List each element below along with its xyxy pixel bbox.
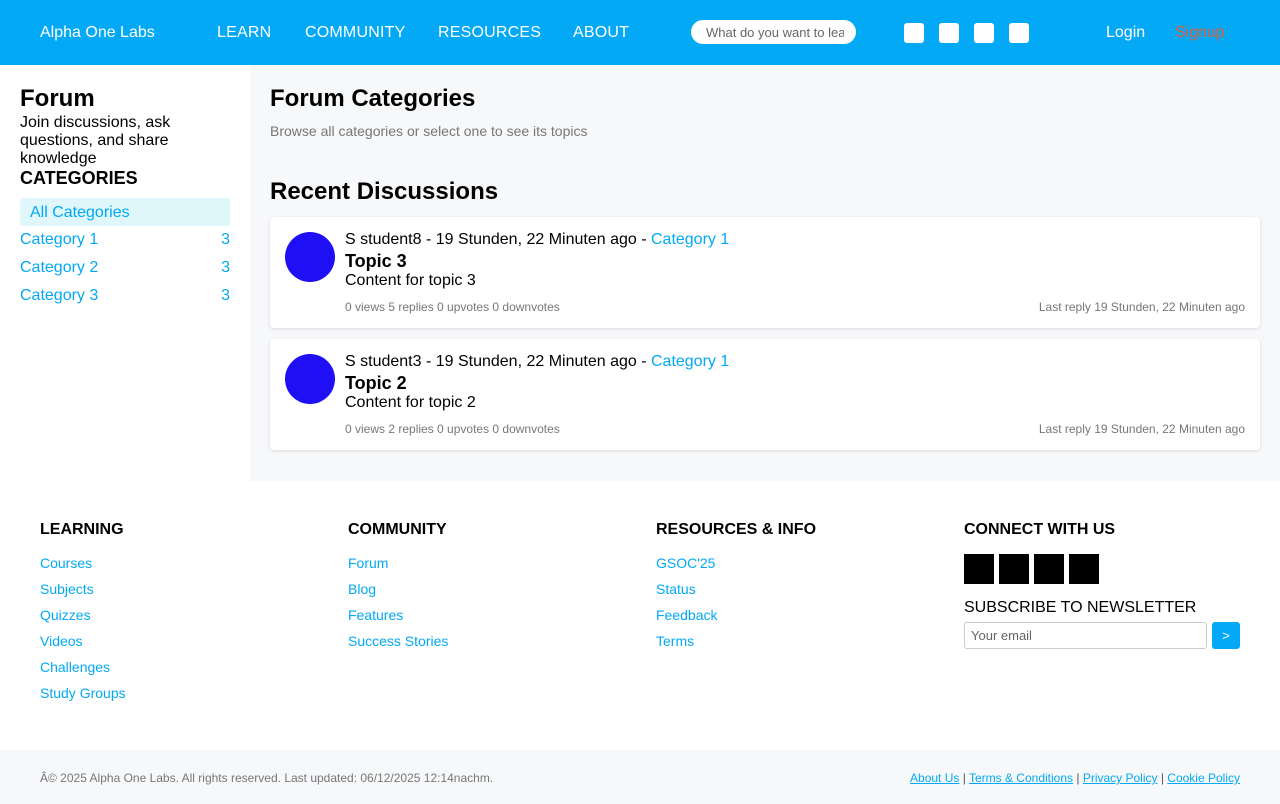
topic-stats: 0 views 5 replies 0 upvotes 0 downvotes xyxy=(345,300,560,314)
footer-link-blog[interactable]: Blog xyxy=(348,581,448,607)
footer-link-videos[interactable]: Videos xyxy=(40,633,126,659)
category-count: 3 xyxy=(221,231,230,248)
categories-heading: CATEGORIES xyxy=(20,168,138,188)
footer-community: COMMUNITY Forum Blog Features Success St… xyxy=(348,521,448,659)
newsletter-email-input[interactable] xyxy=(964,622,1207,649)
category-count: 3 xyxy=(221,287,230,304)
footer-learning: LEARNING Courses Subjects Quizzes Videos… xyxy=(40,521,126,711)
legal-link-terms[interactable]: Terms & Conditions xyxy=(969,771,1073,785)
copyright-text: Â© 2025 Alpha One Labs. All rights reser… xyxy=(40,771,494,785)
newsletter-title: SUBSCRIBE TO NEWSLETTER xyxy=(964,599,1197,616)
topic-content: Content for topic 2 xyxy=(345,394,476,411)
topic-title[interactable]: Topic 3 xyxy=(345,251,407,272)
author-info: S student3 - 19 Stunden, 22 Minuten ago … xyxy=(345,353,651,370)
footer-heading: LEARNING xyxy=(40,521,124,538)
nav-about[interactable]: ABOUT xyxy=(573,24,629,42)
author-info: S student8 - 19 Stunden, 22 Minuten ago … xyxy=(345,231,651,248)
social-icon-1[interactable] xyxy=(964,554,994,584)
sidebar-title: Forum xyxy=(20,85,95,112)
footer-link-gsoc[interactable]: GSOC'25 xyxy=(656,555,816,581)
nav-learn[interactable]: LEARN xyxy=(217,24,271,42)
forum-sidebar: Forum Join discussions, ask questions, a… xyxy=(0,65,250,481)
page-title: Forum Categories xyxy=(270,85,476,112)
footer-link-subjects[interactable]: Subjects xyxy=(40,581,126,607)
discussion-card[interactable]: S student3 - 19 Stunden, 22 Minuten ago … xyxy=(270,339,1260,450)
nav-icon-2[interactable] xyxy=(939,23,959,43)
search-input[interactable] xyxy=(691,20,856,44)
discussion-meta: S student8 - 19 Stunden, 22 Minuten ago … xyxy=(345,231,729,249)
footer-link-feedback[interactable]: Feedback xyxy=(656,607,816,633)
last-reply: Last reply 19 Stunden, 22 Minuten ago xyxy=(1038,300,1245,314)
last-reply: Last reply 19 Stunden, 22 Minuten ago xyxy=(1038,422,1245,436)
avatar xyxy=(285,354,335,404)
category-item[interactable]: Category 2 3 xyxy=(20,259,230,281)
footer-heading: RESOURCES & INFO xyxy=(656,521,817,538)
footer-heading: CONNECT WITH US xyxy=(964,521,1116,538)
nav-icon-3[interactable] xyxy=(974,23,994,43)
topic-stats: 0 views 2 replies 0 upvotes 0 downvotes xyxy=(345,422,560,436)
social-icon-2[interactable] xyxy=(999,554,1029,584)
category-name: Category 1 xyxy=(20,231,99,248)
newsletter-submit-button[interactable]: > xyxy=(1212,622,1240,649)
legal-link-about[interactable]: About Us xyxy=(910,771,959,785)
discussion-meta: S student3 - 19 Stunden, 22 Minuten ago … xyxy=(345,353,729,371)
legal-separator: | xyxy=(959,771,969,785)
sidebar-description: Join discussions, ask questions, and sha… xyxy=(20,114,171,167)
legal-link-privacy[interactable]: Privacy Policy xyxy=(1083,771,1158,785)
topic-content: Content for topic 3 xyxy=(345,272,476,289)
footer-link-status[interactable]: Status xyxy=(656,581,816,607)
nav-community[interactable]: COMMUNITY xyxy=(305,24,405,42)
footer-link-challenges[interactable]: Challenges xyxy=(40,659,126,685)
footer-link-study-groups[interactable]: Study Groups xyxy=(40,685,126,711)
avatar xyxy=(285,232,335,282)
legal-link-cookie[interactable]: Cookie Policy xyxy=(1167,771,1240,785)
footer-link-terms[interactable]: Terms xyxy=(656,633,816,659)
footer-link-forum[interactable]: Forum xyxy=(348,555,448,581)
nav-icon-1[interactable] xyxy=(904,23,924,43)
footer-connect: CONNECT WITH US xyxy=(964,521,1115,555)
footer-resources: RESOURCES & INFO GSOC'25 Status Feedback… xyxy=(656,521,816,659)
social-icon-4[interactable] xyxy=(1069,554,1099,584)
category-link[interactable]: Category 1 xyxy=(651,231,729,248)
social-icon-3[interactable] xyxy=(1034,554,1064,584)
footer-heading: COMMUNITY xyxy=(348,521,447,538)
category-item[interactable]: Category 1 3 xyxy=(20,231,230,253)
footer-link-quizzes[interactable]: Quizzes xyxy=(40,607,126,633)
legal-separator: | xyxy=(1073,771,1083,785)
footer-link-courses[interactable]: Courses xyxy=(40,555,126,581)
page-subtitle: Browse all categories or select one to s… xyxy=(270,123,588,139)
signup-link[interactable]: Signup xyxy=(1175,24,1225,42)
footer-bottom-bar: Â© 2025 Alpha One Labs. All rights reser… xyxy=(0,750,1280,804)
topic-title[interactable]: Topic 2 xyxy=(345,373,407,394)
nav-icon-4[interactable] xyxy=(1009,23,1029,43)
category-item[interactable]: Category 3 3 xyxy=(20,287,230,309)
footer-link-success-stories[interactable]: Success Stories xyxy=(348,633,448,659)
recent-discussions-heading: Recent Discussions xyxy=(270,178,499,205)
discussion-card[interactable]: S student8 - 19 Stunden, 22 Minuten ago … xyxy=(270,217,1260,328)
category-link[interactable]: Category 1 xyxy=(651,353,729,370)
category-name: Category 3 xyxy=(20,287,99,304)
nav-resources[interactable]: RESOURCES xyxy=(438,24,541,42)
brand-logo-text[interactable]: Alpha One Labs xyxy=(40,24,155,42)
category-all[interactable]: All Categories xyxy=(20,198,230,226)
forum-main: Forum Categories Browse all categories o… xyxy=(250,65,1280,481)
category-name: Category 2 xyxy=(20,259,99,276)
footer-link-features[interactable]: Features xyxy=(348,607,448,633)
category-count: 3 xyxy=(221,259,230,276)
legal-separator: | xyxy=(1157,771,1168,785)
top-navbar: Alpha One Labs LEARN COMMUNITY RESOURCES… xyxy=(0,0,1280,65)
legal-links: About Us | Terms & Conditions | Privacy … xyxy=(910,771,1240,785)
login-link[interactable]: Login xyxy=(1106,24,1145,42)
